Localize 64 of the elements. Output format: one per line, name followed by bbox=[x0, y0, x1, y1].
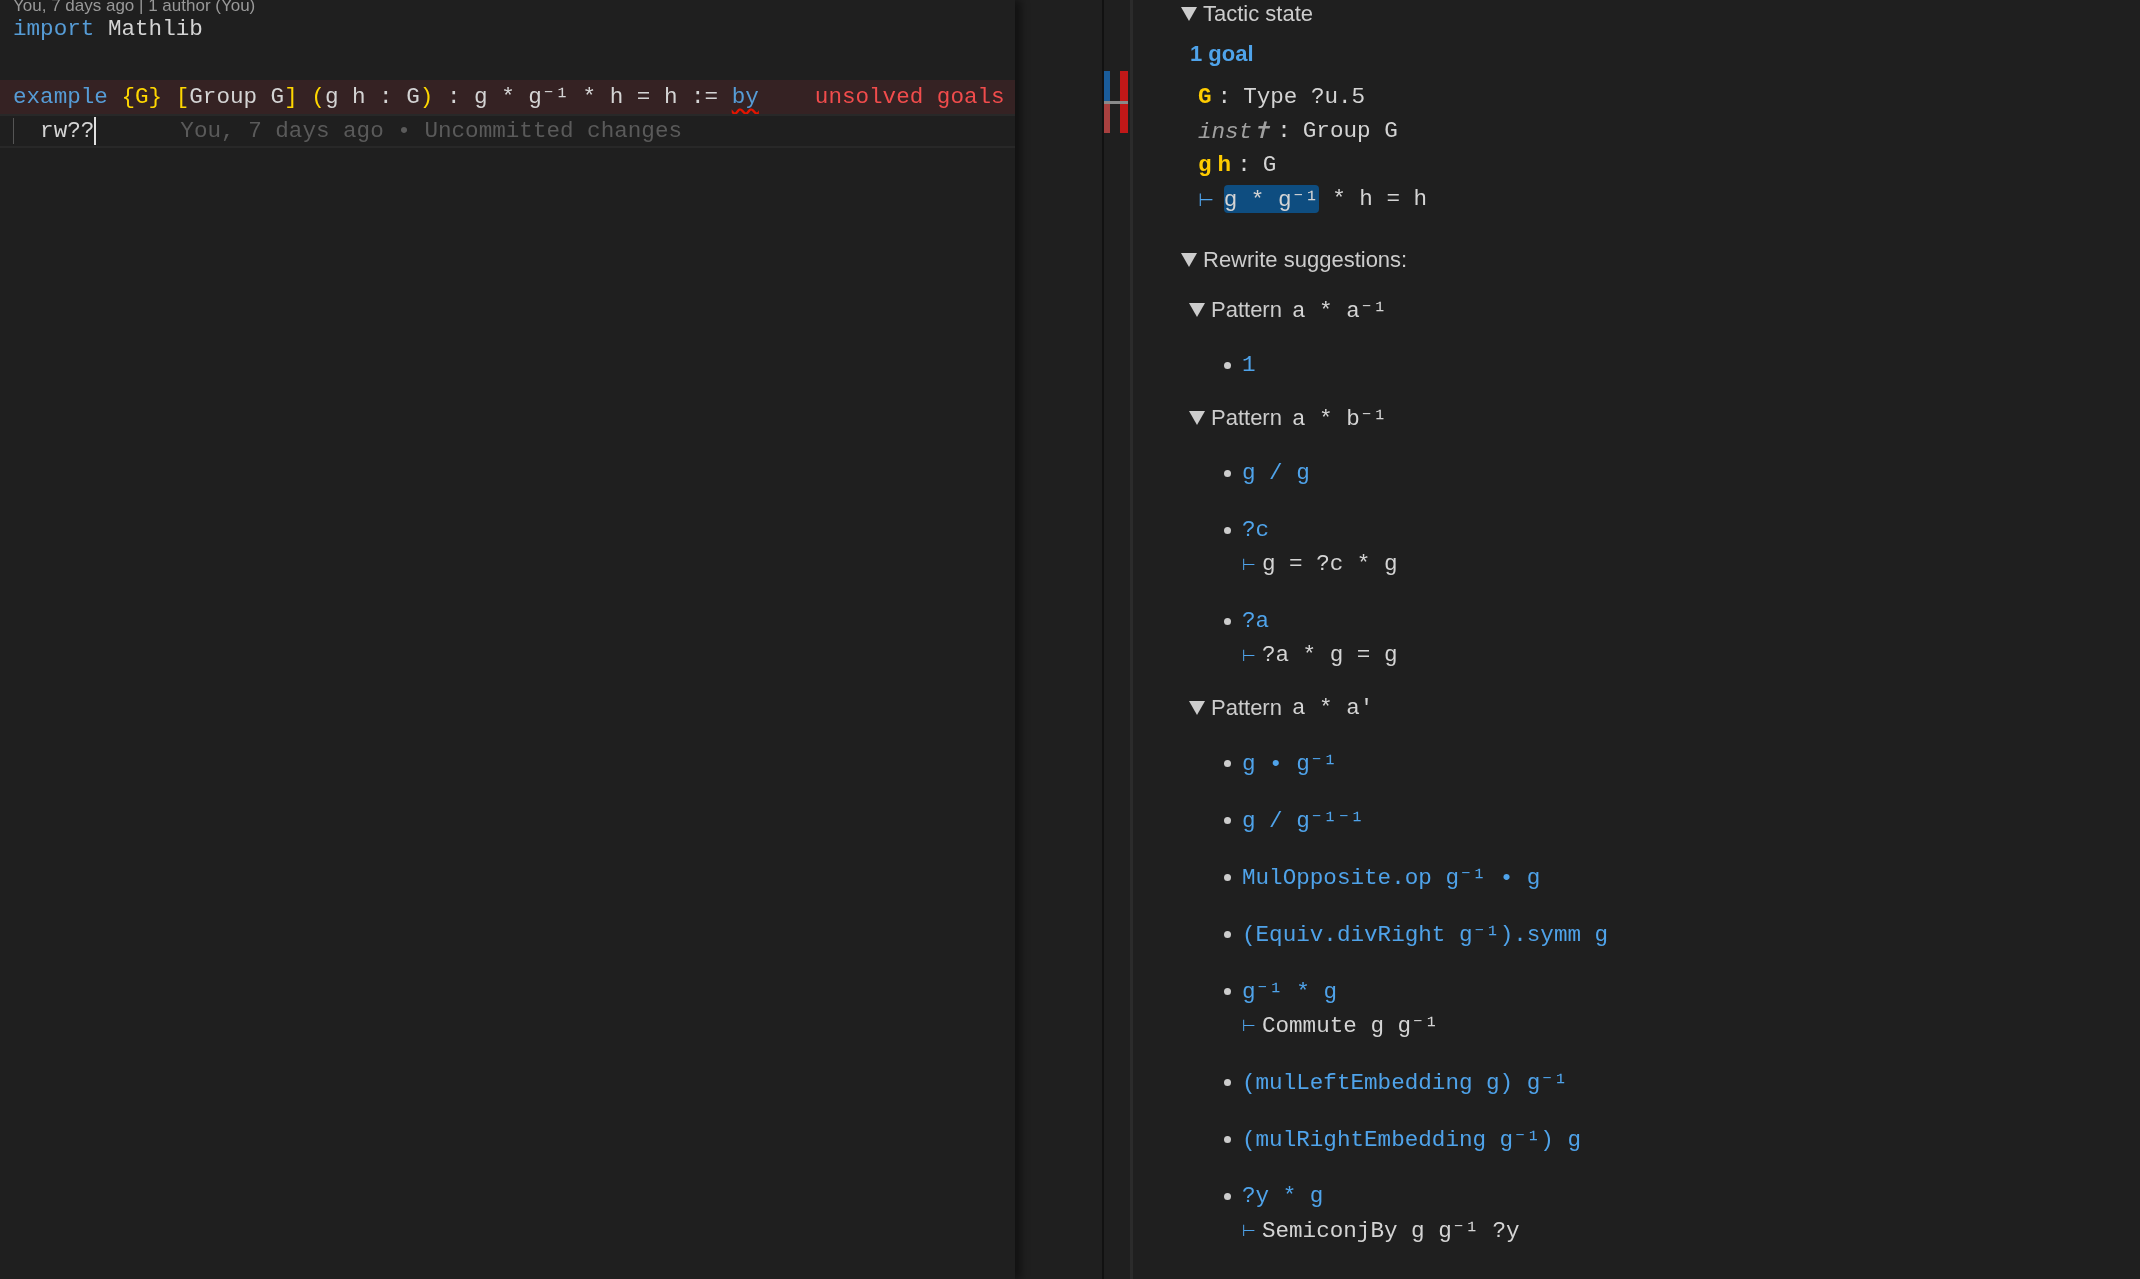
pattern-label[interactable]: Pattern bbox=[1211, 405, 1282, 431]
blame-annotation: You, 7 days ago • Uncommitted changes bbox=[180, 118, 683, 144]
suggestion-link[interactable]: 1 bbox=[1242, 352, 1256, 378]
suggestion-link[interactable]: g / g bbox=[1242, 460, 1310, 486]
code-line: import Mathlib bbox=[13, 15, 203, 44]
colon: : bbox=[1277, 118, 1291, 144]
hypothesis-type[interactable]: Group G bbox=[1302, 118, 1398, 144]
hypothesis-name: h bbox=[1217, 152, 1232, 178]
bullet-icon bbox=[1224, 1078, 1231, 1086]
pattern-label[interactable]: Pattern bbox=[1211, 695, 1282, 721]
turnstile: ⊢ bbox=[1242, 1220, 1256, 1240]
bullet-icon bbox=[1224, 759, 1231, 767]
goal-expression[interactable]: g * g⁻¹ bbox=[1223, 185, 1319, 213]
side-goal: g = ?c * g bbox=[1261, 551, 1398, 577]
collapse-triangle-icon[interactable] bbox=[1189, 411, 1205, 425]
suggestion-link[interactable]: ?c bbox=[1242, 517, 1270, 543]
collapse-triangle-icon[interactable] bbox=[1189, 701, 1205, 715]
suggestion-link[interactable]: (mulRightEmbedding g⁻¹) g bbox=[1242, 1125, 1581, 1153]
turnstile: ⊢ bbox=[1242, 1015, 1256, 1035]
bullet-icon bbox=[1224, 361, 1231, 369]
goal-expression[interactable]: * h = h bbox=[1318, 186, 1428, 212]
suggestion-link[interactable]: g⁻¹ * g bbox=[1242, 977, 1337, 1005]
collapse-triangle-icon[interactable] bbox=[1181, 7, 1197, 21]
pattern-label[interactable]: Pattern bbox=[1211, 297, 1282, 323]
colon: : bbox=[1237, 152, 1251, 178]
turnstile: ⊢ bbox=[1242, 554, 1256, 574]
bullet-icon bbox=[1224, 930, 1231, 938]
pattern-expression: a * b⁻¹ bbox=[1291, 405, 1387, 432]
suggestion-link[interactable]: ?y * g bbox=[1242, 1183, 1324, 1209]
collapse-triangle-icon[interactable] bbox=[1181, 253, 1197, 267]
bullet-icon bbox=[1224, 469, 1231, 477]
suggestion-link[interactable]: MulOpposite.op g⁻¹ • g bbox=[1242, 863, 1541, 891]
section-title[interactable]: Rewrite suggestions: bbox=[1203, 247, 1408, 273]
collapse-triangle-icon[interactable] bbox=[1189, 303, 1205, 317]
side-goal: SemiconjBy g g⁻¹ ?y bbox=[1261, 1217, 1520, 1244]
suggestion-link[interactable]: ?a bbox=[1242, 608, 1270, 634]
bullet-icon bbox=[1224, 617, 1231, 625]
error-message: unsolved goals bbox=[814, 84, 1005, 110]
suggestion-link[interactable]: (mulLeftEmbedding g) g⁻¹ bbox=[1242, 1068, 1568, 1096]
turnstile: ⊢ bbox=[1198, 188, 1214, 210]
pattern-expression: a * a' bbox=[1291, 695, 1374, 721]
suggestion-link[interactable]: (Equiv.divRight g⁻¹).symm g bbox=[1242, 920, 1609, 948]
code-line: example {G} [Group G] (g h : G) : g * g⁻¹ * h = h := by bbox=[13, 83, 759, 112]
colon: : bbox=[1217, 84, 1232, 110]
suggestion-link[interactable]: g • g⁻¹ bbox=[1242, 749, 1337, 777]
bullet-icon bbox=[1224, 816, 1231, 824]
side-goal: ?a * g = g bbox=[1261, 642, 1398, 668]
hypothesis-name: inst✝ bbox=[1198, 118, 1272, 145]
bullet-icon bbox=[1224, 1135, 1231, 1143]
hypothesis-type[interactable]: G bbox=[1262, 152, 1277, 178]
side-goal: Commute g g⁻¹ bbox=[1261, 1012, 1439, 1039]
turnstile: ⊢ bbox=[1242, 645, 1256, 665]
goal-count: 1 goal bbox=[1190, 40, 1255, 68]
bullet-icon bbox=[1224, 873, 1231, 881]
suggestion-link[interactable]: g / g⁻¹⁻¹ bbox=[1242, 806, 1365, 834]
hypothesis-name: G bbox=[1198, 84, 1212, 110]
hypothesis-type[interactable]: Type ?u.5 bbox=[1243, 84, 1366, 110]
bullet-icon bbox=[1224, 526, 1231, 534]
pattern-expression: a * a⁻¹ bbox=[1291, 297, 1387, 324]
hypothesis-name: g bbox=[1198, 152, 1212, 178]
bullet-icon bbox=[1224, 1192, 1231, 1200]
code-line: rw?? bbox=[39, 117, 95, 146]
bullet-icon bbox=[1224, 987, 1231, 995]
section-title[interactable]: Tactic state bbox=[1203, 1, 1314, 27]
